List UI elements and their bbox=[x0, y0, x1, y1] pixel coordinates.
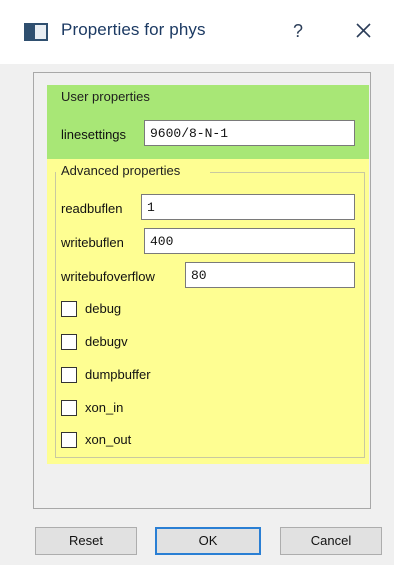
title-bar: Properties for phys ? bbox=[0, 0, 394, 64]
writebufoverflow-input[interactable] bbox=[185, 262, 355, 288]
checkbox-box[interactable] bbox=[61, 367, 77, 383]
window-title: Properties for phys bbox=[61, 20, 206, 39]
help-button[interactable]: ? bbox=[283, 16, 313, 46]
writebuflen-input[interactable] bbox=[144, 228, 355, 254]
readbuflen-label: readbuflen bbox=[61, 201, 123, 216]
writebufoverflow-label: writebufoverflow bbox=[61, 269, 155, 284]
checkbox-label: debug bbox=[85, 301, 122, 316]
user-properties-title: User properties bbox=[61, 89, 150, 104]
readbuflen-input[interactable] bbox=[141, 194, 355, 220]
checkbox-label: debugv bbox=[85, 334, 128, 349]
checkbox-box[interactable] bbox=[61, 400, 77, 416]
writebuflen-label: writebuflen bbox=[61, 235, 124, 250]
checkbox-box[interactable] bbox=[61, 432, 77, 448]
close-button[interactable] bbox=[348, 16, 378, 46]
advanced-properties-title: Advanced properties bbox=[61, 163, 185, 178]
close-icon bbox=[356, 23, 371, 38]
checkbox-box[interactable] bbox=[61, 334, 77, 350]
checkbox-label: xon_out bbox=[85, 432, 132, 447]
window-properties-icon bbox=[24, 23, 48, 41]
checkbox-label: dumpbuffer bbox=[85, 367, 151, 382]
linesettings-input[interactable] bbox=[144, 120, 355, 146]
reset-button[interactable]: Reset bbox=[35, 527, 137, 555]
linesettings-label: linesettings bbox=[61, 127, 127, 142]
cancel-button[interactable]: Cancel bbox=[280, 527, 382, 555]
checkbox-label: xon_in bbox=[85, 400, 124, 415]
ok-button[interactable]: OK bbox=[155, 527, 261, 555]
checkbox-box[interactable] bbox=[61, 301, 77, 317]
advanced-group-frame-top bbox=[210, 172, 365, 173]
